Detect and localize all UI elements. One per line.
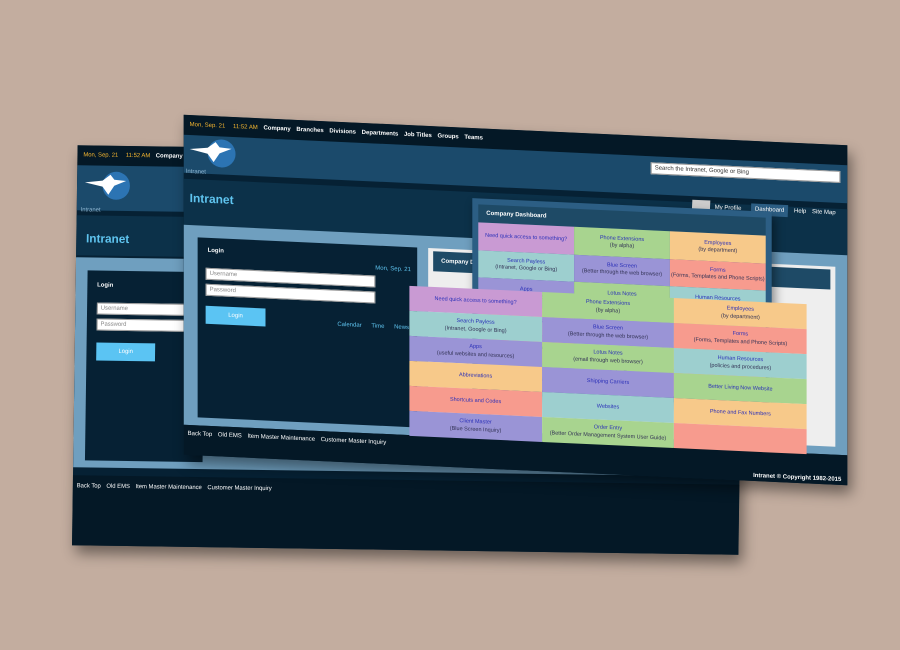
time: 11:52 AM — [232, 123, 258, 132]
time: 11:52 AM — [125, 152, 151, 160]
nav-departments[interactable]: Departments — [362, 130, 399, 138]
dashboard-cell-subtitle: (by department) — [698, 246, 738, 255]
dashboard-cell[interactable]: Forms (Forms, Templates and Phone Scripts… — [669, 258, 766, 291]
dashboard-cell-subtitle: (by alpha) — [595, 306, 621, 315]
login-button[interactable]: Login — [205, 305, 266, 327]
footer-link-old-ems[interactable]: Old EMS — [218, 432, 242, 439]
dashboard-cell-subtitle: (Better Order Management System User Gui… — [549, 429, 667, 442]
bird-logo-icon — [81, 170, 130, 201]
footer-link-old-ems[interactable]: Old EMS — [106, 484, 130, 490]
nav-job-titles[interactable]: Job Titles — [404, 132, 432, 139]
login-button[interactable]: Login — [96, 342, 156, 362]
nav-teams[interactable]: Teams — [464, 135, 483, 142]
footer-link-back-top[interactable]: Back Top — [77, 483, 101, 489]
dashboard-cell-subtitle: (by alpha) — [609, 242, 635, 250]
dashboard-cell[interactable]: Employees (by department) — [669, 231, 766, 264]
dashboard-cell-title: Better Living Now Website — [708, 383, 773, 393]
dashboard-cell-title: Websites — [596, 403, 620, 411]
nav-groups[interactable]: Groups — [437, 133, 458, 140]
login-panel: Login Mon, Sep. 21 Username Password Log… — [197, 237, 418, 428]
dashboard-cell[interactable]: Search Payless (Intranet, Google or Bing) — [478, 249, 575, 282]
date: Mon, Sep. 21 — [189, 121, 226, 130]
dashboard-cell-title: Abbreviations — [458, 372, 493, 380]
dashboard-cell[interactable]: Phone Extensions (by alpha) — [574, 226, 670, 259]
dashboard-cell-title: Shipping Carriers — [586, 377, 630, 386]
login-date: Mon, Sep. 21 — [375, 265, 411, 274]
subtitle: Intranet — [185, 168, 206, 176]
tab-help[interactable]: Help — [794, 208, 807, 215]
calendar-link[interactable]: Calendar — [337, 322, 361, 329]
date: Mon, Sep. 21 — [83, 152, 119, 159]
login-label: Login — [207, 247, 224, 255]
footer-link-item-master[interactable]: Item Master Maintenance — [247, 434, 315, 443]
dashboard-cell[interactable]: Need quick access to something? — [478, 222, 575, 255]
dashboard-grid-small: Need quick access to something? Phone Ext… — [409, 285, 807, 455]
page-title: Intranet — [189, 190, 234, 208]
page-title: Intranet — [86, 231, 130, 246]
dashboard-cell-title: Need quick access to something? — [434, 295, 517, 306]
dashboard-cell-subtitle: (Forms, Templates and Phone Scripts) — [671, 272, 765, 283]
dashboard-cell[interactable]: Blue Screen (Better through the web brows… — [574, 254, 670, 287]
dashboard-cell-subtitle: (Blue Screen Inquiry) — [449, 425, 502, 434]
dashboard-cell-subtitle: (by department) — [721, 312, 760, 321]
footer-link-customer-master[interactable]: Customer Master Inquiry — [207, 485, 271, 492]
nav-company[interactable]: Company — [263, 125, 290, 132]
login-label: Login — [97, 282, 114, 289]
dashboard-cell-subtitle: (email through web browser) — [573, 355, 643, 366]
time-link[interactable]: Time — [371, 323, 384, 330]
dashboard-cell-subtitle: (useful websites and resources) — [436, 349, 515, 360]
nav-divisions[interactable]: Divisions — [329, 128, 356, 135]
nav-branches[interactable]: Branches — [296, 127, 323, 134]
news-link[interactable]: News — [394, 324, 409, 331]
footer-link-customer-master[interactable]: Customer Master Inquiry — [321, 437, 387, 446]
password-field[interactable]: Password — [205, 283, 376, 304]
dashboard-cell-title: Phone and Fax Numbers — [709, 408, 771, 418]
dashboard-cell-subtitle: (Intranet, Google or Bing) — [444, 324, 507, 334]
dashboard-cell-title: Shortcuts and Codes — [449, 396, 502, 406]
dashboard-cell-subtitle: (Better through the web browser) — [581, 268, 663, 279]
dashboard-cell-subtitle: (Intranet, Google or Bing) — [495, 264, 558, 274]
footer-link-item-master[interactable]: Item Master Maintenance — [135, 484, 201, 491]
copyright: Intranet © Copyright 1982-2015 — [753, 472, 842, 484]
footer-link-back-top[interactable]: Back Top — [188, 431, 213, 438]
dashboard-cell-title: Need quick access to something? — [485, 232, 568, 243]
dashboard-cell-subtitle: (Forms, Templates and Phone Scripts) — [693, 336, 788, 347]
footer: Back Top Old EMS Item Master Maintenance… — [72, 475, 740, 555]
subtitle: Intranet — [80, 207, 101, 214]
tab-site-map[interactable]: Site Map — [812, 209, 836, 216]
dashboard-cell-subtitle: (policies and procedures) — [709, 362, 772, 372]
bird-logo-icon — [186, 137, 236, 169]
nav-company[interactable]: Company — [156, 153, 183, 159]
dashboard-cell-subtitle: (Better through the web browser) — [567, 330, 649, 341]
login-links: Calendar Time News — [337, 322, 409, 331]
